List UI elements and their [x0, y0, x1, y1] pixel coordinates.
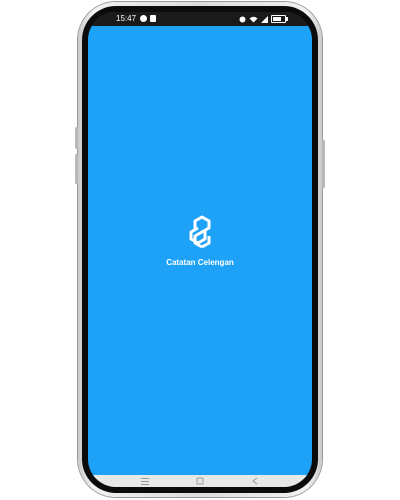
phone-bezel: 15:47 Catatan Celengan [82, 6, 318, 493]
app-name: Catatan Celengan [166, 258, 234, 267]
navigation-bar [88, 475, 312, 487]
signal-icon [261, 15, 268, 23]
catatan-celengan-logo-icon [189, 215, 211, 249]
power-button [322, 140, 325, 188]
menu-icon[interactable] [138, 476, 152, 486]
status-right-icons [239, 15, 288, 23]
status-time: 15:47 [116, 14, 137, 23]
volume-button [75, 127, 78, 149]
app-screen: 15:47 Catatan Celengan [88, 12, 312, 487]
status-bar: 15:47 [88, 12, 312, 26]
phone-frame: 15:47 Catatan Celengan [75, 2, 325, 497]
home-icon[interactable] [193, 476, 207, 486]
notification-icon [140, 15, 147, 22]
wifi-icon [249, 16, 258, 22]
alarm-icon [239, 16, 246, 22]
media-icon [150, 15, 156, 22]
status-left-icons [140, 15, 156, 22]
volume-button-lower [75, 154, 78, 184]
back-icon[interactable] [248, 476, 262, 486]
battery-icon [271, 15, 288, 23]
